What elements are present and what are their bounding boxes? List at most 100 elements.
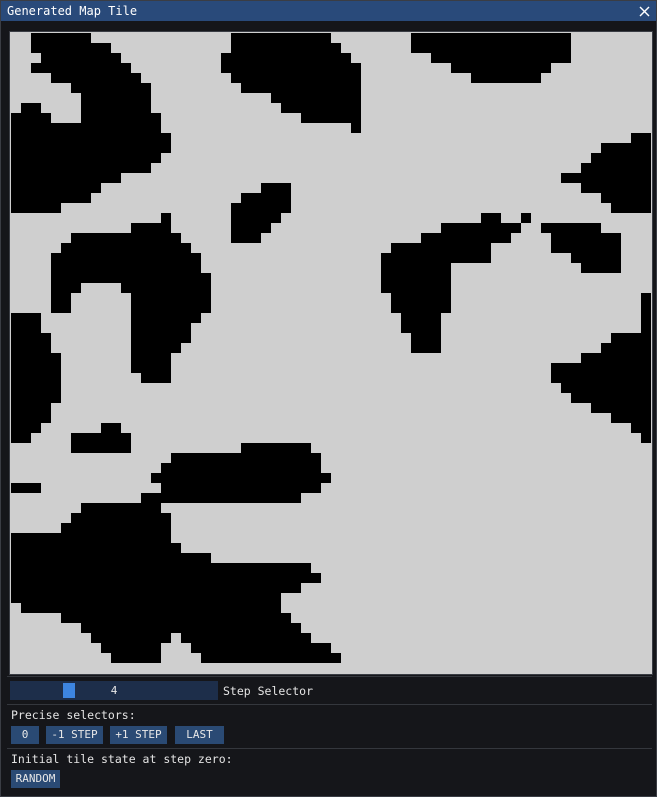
- wall-cell-run: [11, 113, 51, 123]
- wall-cell-run: [111, 653, 161, 663]
- wall-cell-run: [411, 43, 571, 53]
- wall-cell-run: [11, 393, 61, 403]
- wall-cell-run: [151, 473, 331, 483]
- wall-cell-run: [11, 563, 311, 573]
- wall-cell-run: [11, 413, 51, 423]
- wall-cell-run: [231, 33, 331, 43]
- wall-cell-run: [551, 363, 651, 373]
- title-bar[interactable]: Generated Map Tile: [1, 1, 656, 21]
- wall-cell-run: [31, 43, 111, 53]
- wall-cell-run: [181, 633, 311, 643]
- wall-cell-run: [571, 253, 621, 263]
- wall-cell-run: [11, 373, 61, 383]
- random-button[interactable]: RANDOM: [11, 770, 60, 788]
- wall-cell-run: [231, 233, 261, 243]
- wall-cell-run: [101, 643, 161, 653]
- last-step-button[interactable]: LAST: [175, 726, 224, 744]
- wall-cell-run: [161, 463, 321, 473]
- wall-cell-run: [11, 423, 41, 433]
- wall-cell-run: [231, 213, 281, 223]
- wall-cell-run: [641, 303, 651, 313]
- wall-cell-run: [261, 183, 291, 193]
- wall-cell-run: [11, 533, 171, 543]
- wall-cell-run: [231, 223, 271, 233]
- wall-cell-run: [71, 433, 131, 443]
- wall-cell-run: [11, 383, 61, 393]
- wall-cell-run: [51, 263, 201, 273]
- wall-cell-run: [11, 133, 171, 143]
- wall-cell-run: [431, 53, 571, 63]
- separator: [7, 676, 652, 677]
- wall-cell-run: [481, 213, 501, 223]
- wall-cell-run: [61, 243, 191, 253]
- wall-cell-run: [241, 443, 311, 453]
- separator: [7, 748, 652, 749]
- wall-cell-run: [591, 403, 651, 413]
- wall-cell-run: [51, 303, 71, 313]
- wall-cell-run: [11, 203, 61, 213]
- map-tile-frame: [9, 31, 653, 675]
- window-title: Generated Map Tile: [7, 4, 138, 18]
- wall-cell-run: [381, 253, 491, 263]
- wall-cell-run: [601, 343, 651, 353]
- wall-cell-run: [641, 433, 651, 443]
- wall-cell-run: [161, 483, 321, 493]
- wall-cell-run: [141, 373, 171, 383]
- wall-cell-run: [11, 153, 161, 163]
- wall-cell-run: [351, 123, 361, 133]
- step-zero-button[interactable]: 0: [11, 726, 39, 744]
- wall-cell-run: [631, 423, 651, 433]
- wall-cell-run: [11, 163, 151, 173]
- wall-cell-run: [231, 203, 291, 213]
- wall-cell-run: [61, 523, 171, 533]
- minus-one-step-button[interactable]: -1 STEP: [46, 726, 103, 744]
- wall-cell-run: [21, 603, 281, 613]
- wall-cell-run: [601, 143, 651, 153]
- map-tile-window: Generated Map Tile 4 Step Selector Preci…: [0, 0, 657, 797]
- plus-one-step-button[interactable]: +1 STEP: [110, 726, 167, 744]
- wall-cell-run: [51, 73, 141, 83]
- close-icon[interactable]: [636, 1, 652, 21]
- wall-cell-run: [11, 543, 181, 553]
- wall-cell-run: [71, 233, 181, 243]
- wall-cell-run: [131, 363, 171, 373]
- wall-cell-run: [11, 123, 161, 133]
- wall-cell-run: [131, 323, 191, 333]
- wall-cell-run: [171, 453, 321, 463]
- wall-cell-run: [551, 373, 651, 383]
- wall-cell-run: [71, 513, 171, 523]
- wall-cell-run: [561, 383, 651, 393]
- wall-cell-run: [231, 43, 341, 53]
- wall-cell-run: [591, 153, 651, 163]
- separator: [7, 704, 652, 705]
- wall-cell-run: [11, 553, 211, 563]
- wall-cell-run: [51, 293, 71, 303]
- wall-cell-run: [641, 323, 651, 333]
- wall-cell-run: [641, 293, 651, 303]
- wall-cell-run: [241, 83, 361, 93]
- wall-cell-run: [11, 313, 41, 323]
- wall-cell-run: [391, 303, 451, 313]
- wall-cell-run: [401, 313, 441, 323]
- wall-cell-run: [131, 293, 211, 303]
- wall-cell-run: [51, 253, 201, 263]
- wall-cell-run: [571, 393, 651, 403]
- wall-cell-run: [581, 263, 621, 273]
- wall-cell-run: [131, 223, 171, 233]
- step-selector-slider[interactable]: 4: [10, 681, 218, 700]
- wall-cell-run: [61, 613, 291, 623]
- wall-cell-run: [611, 413, 651, 423]
- wall-cell-run: [281, 103, 361, 113]
- wall-cell-run: [551, 243, 621, 253]
- wall-cell-run: [391, 243, 491, 253]
- initial-state-heading: Initial tile state at step zero:: [11, 752, 233, 766]
- wall-cell-run: [131, 313, 201, 323]
- wall-cell-run: [11, 183, 101, 193]
- wall-cell-run: [441, 223, 521, 233]
- wall-cell-run: [131, 343, 181, 353]
- wall-cell-run: [71, 443, 131, 453]
- wall-cell-run: [81, 623, 301, 633]
- wall-cell-run: [11, 353, 61, 363]
- wall-cell-run: [141, 493, 301, 503]
- wall-cell-run: [131, 353, 171, 363]
